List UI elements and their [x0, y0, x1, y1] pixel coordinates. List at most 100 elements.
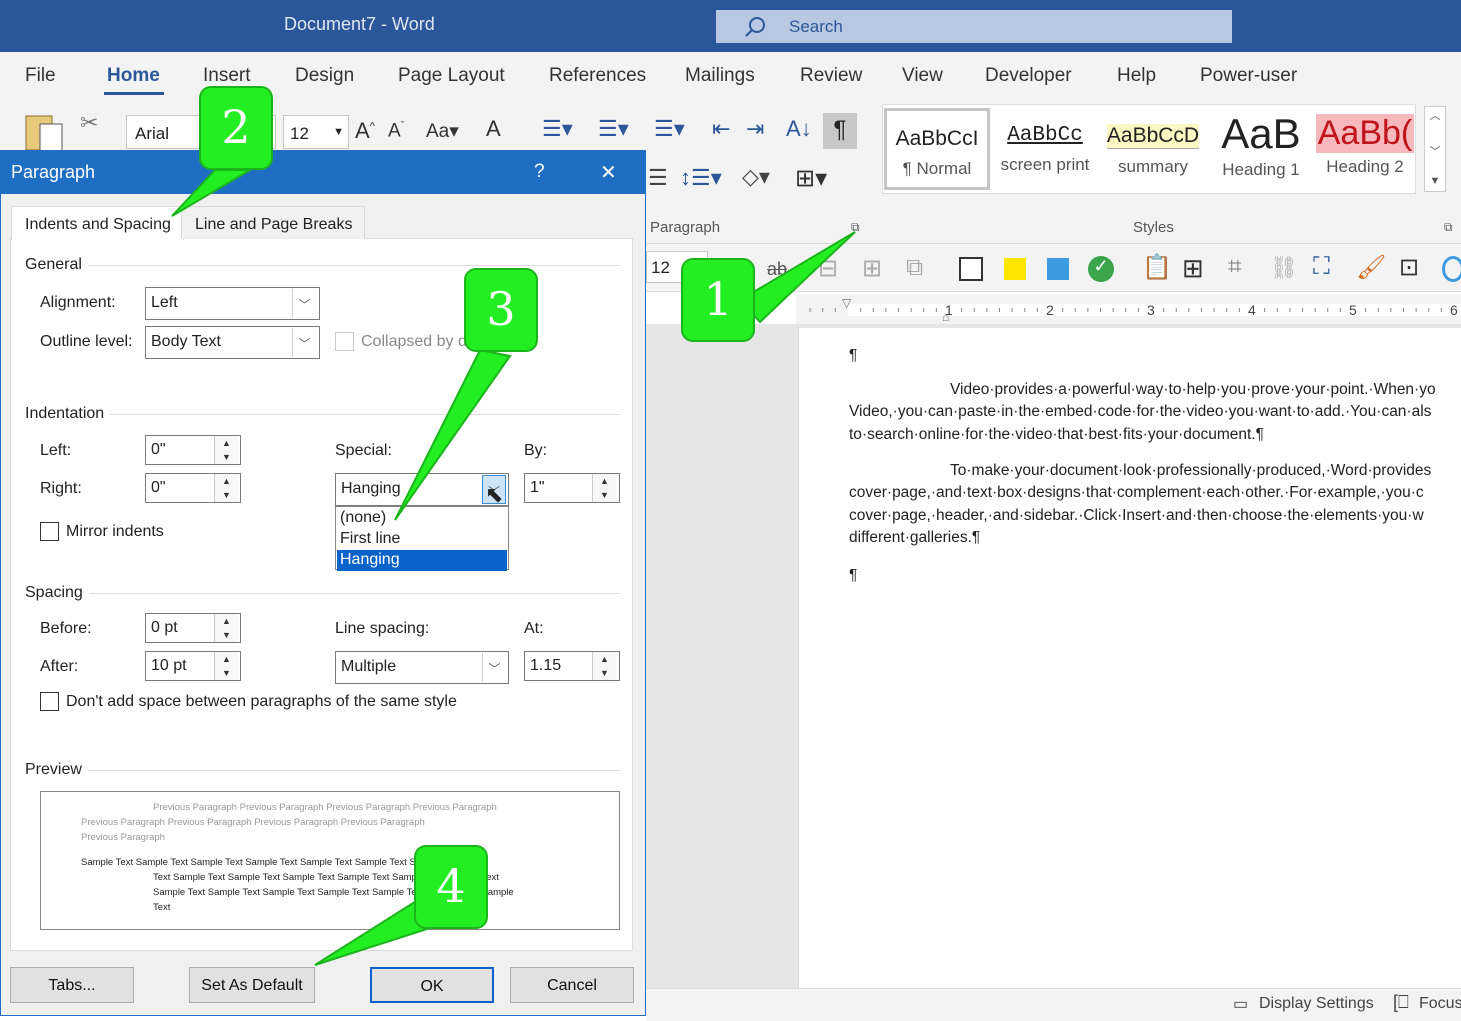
chevron-down-icon[interactable]: ﹀ — [292, 328, 316, 357]
crop-icon[interactable]: ⌗ — [1228, 253, 1242, 281]
style-normal[interactable]: AaBbCcI ¶ Normal — [884, 108, 990, 190]
tab-view[interactable]: View — [902, 65, 943, 87]
chevron-down-icon[interactable]: ﹀ — [1425, 143, 1445, 159]
help-button[interactable]: ? — [534, 161, 545, 183]
first-line-indent-marker[interactable]: ▽ — [842, 296, 851, 310]
dialog-title: Paragraph — [11, 162, 96, 182]
strikethrough-icon[interactable]: ab — [767, 259, 787, 280]
option-hanging[interactable]: Hanging — [337, 550, 507, 571]
ok-button[interactable]: OK — [370, 967, 494, 1003]
multilevel-list-icon[interactable]: ☰▾ — [654, 116, 685, 142]
sort-icon[interactable]: A↓ — [786, 116, 812, 142]
tab-references[interactable]: References — [549, 65, 646, 87]
style-screen-print[interactable]: AaBbCc screen print — [992, 108, 1098, 190]
layers-icon[interactable]: ⧉ — [906, 254, 923, 282]
line-spacing-icon[interactable]: ↕☰▾ — [680, 165, 722, 191]
bullets-icon[interactable]: ☰▾ — [542, 116, 573, 142]
spin-down-icon[interactable]: ▼ — [215, 628, 238, 642]
tab-design[interactable]: Design — [295, 65, 354, 87]
spin-up-icon[interactable]: ▲ — [215, 652, 238, 666]
borders-icon[interactable]: ⊞▾ — [795, 164, 827, 193]
grow-font-icon[interactable]: A^ — [355, 118, 375, 144]
cancel-button[interactable]: Cancel — [510, 967, 634, 1003]
style-summary[interactable]: AaBbCcD summary — [1100, 108, 1206, 190]
paragraph-launcher-icon[interactable]: ⧉ — [851, 220, 860, 235]
hanging-indent-marker[interactable]: ⌂ — [942, 310, 949, 324]
spin-down-icon[interactable]: ▼ — [593, 488, 616, 502]
tab-developer[interactable]: Developer — [985, 65, 1072, 87]
paste-special-icon[interactable]: 📋 — [1142, 253, 1172, 282]
display-settings-icon[interactable]: ▭ — [1233, 994, 1248, 1014]
by-spinner[interactable]: ▲ ▼ — [592, 474, 616, 502]
chevron-up-icon[interactable]: ︿ — [1425, 107, 1445, 123]
dont-add-space-checkbox[interactable] — [40, 692, 59, 711]
style-heading-2[interactable]: AaBb(Heading 2 — [1316, 108, 1414, 190]
tab-insert[interactable]: Insert — [203, 65, 251, 87]
spin-down-icon[interactable]: ▼ — [215, 450, 238, 464]
blue-fill-icon[interactable] — [1047, 258, 1069, 280]
org-chart-icon[interactable]: ⛶ — [1313, 253, 1330, 281]
justify-icon[interactable]: ☰ — [648, 165, 668, 191]
shrink-font-icon[interactable]: Aˇ — [388, 120, 404, 142]
chevron-down-icon[interactable]: ﹀ — [482, 653, 506, 682]
left-indent-spinner[interactable]: ▲ ▼ — [214, 436, 238, 464]
tab-home[interactable]: Home — [107, 65, 160, 87]
right-indent-spinner[interactable]: ▲ ▼ — [214, 474, 238, 502]
chevron-down-icon[interactable]: ﹀ — [292, 289, 316, 318]
circle-icon[interactable] — [1442, 256, 1461, 282]
grid-icon[interactable]: ⊞ — [862, 254, 882, 283]
style-heading-1[interactable]: AaB Heading 1 — [1208, 108, 1314, 190]
tab-file[interactable]: File — [25, 65, 56, 87]
focus-icon[interactable]: [⎕ — [1393, 992, 1409, 1013]
close-icon[interactable]: ✕ — [600, 160, 617, 185]
numbering-icon[interactable]: ☰▾ — [598, 116, 629, 142]
tab-help[interactable]: Help — [1117, 65, 1156, 87]
shading-icon[interactable]: ◇▾ — [742, 164, 770, 190]
tabs-button[interactable]: Tabs... — [10, 967, 134, 1003]
table-grid-icon[interactable]: ⊞ — [1182, 253, 1204, 284]
styles-scroll[interactable]: ︿ ﹀ ▼ — [1424, 106, 1446, 192]
change-case-icon[interactable]: Aa▾ — [426, 120, 459, 143]
no-fill-icon[interactable] — [959, 257, 983, 281]
format-painter-icon[interactable]: 🖌 — [1356, 253, 1386, 282]
tab-line-page-breaks[interactable]: Line and Page Breaks — [181, 206, 366, 239]
font-size-box[interactable]: 12 ▼ — [283, 115, 349, 149]
at-spinner[interactable]: ▲ ▼ — [592, 652, 616, 680]
table-icon[interactable]: ⊟ — [818, 254, 838, 283]
mirror-indents-checkbox[interactable] — [40, 522, 59, 541]
option-none[interactable]: (none) — [337, 508, 507, 529]
clear-format-icon[interactable]: A — [486, 116, 501, 142]
check-icon[interactable]: ✓ — [1088, 256, 1114, 282]
spin-up-icon[interactable]: ▲ — [215, 474, 238, 488]
cut-icon[interactable]: ✂ — [80, 110, 98, 136]
yellow-fill-icon[interactable] — [1004, 258, 1026, 280]
before-spinner[interactable]: ▲ ▼ — [214, 614, 238, 642]
add-box-icon[interactable]: ⊡ — [1399, 253, 1419, 282]
spin-up-icon[interactable]: ▲ — [215, 614, 238, 628]
more-styles-icon[interactable]: ▼ — [1425, 175, 1445, 187]
tab-mailings[interactable]: Mailings — [685, 65, 755, 87]
decrease-indent-icon[interactable]: ⇤ — [712, 116, 730, 142]
alignment-label: Alignment: — [40, 294, 116, 311]
spin-up-icon[interactable]: ▲ — [215, 436, 238, 450]
focus-mode[interactable]: Focus — [1419, 995, 1461, 1013]
option-first-line[interactable]: First line — [337, 529, 507, 550]
tab-indents-spacing[interactable]: Indents and Spacing — [11, 206, 184, 240]
after-spinner[interactable]: ▲ ▼ — [214, 652, 238, 680]
spin-down-icon[interactable]: ▼ — [215, 666, 238, 680]
spin-up-icon[interactable]: ▲ — [593, 474, 616, 488]
tab-page-layout[interactable]: Page Layout — [398, 65, 505, 87]
styles-launcher-icon[interactable]: ⧉ — [1444, 220, 1453, 235]
increase-indent-icon[interactable]: ⇥ — [746, 116, 764, 142]
link-icon[interactable]: ⛓ — [1270, 255, 1298, 281]
tab-review[interactable]: Review — [800, 65, 862, 87]
show-formatting-icon[interactable]: ¶ — [823, 113, 857, 149]
display-settings[interactable]: Display Settings — [1259, 995, 1374, 1013]
tab-power-user[interactable]: Power-user — [1200, 65, 1297, 87]
set-as-default-button[interactable]: Set As Default — [189, 967, 315, 1003]
paste-icon[interactable] — [24, 110, 66, 154]
spin-down-icon[interactable]: ▼ — [593, 666, 616, 680]
spin-up-icon[interactable]: ▲ — [593, 652, 616, 666]
search-box[interactable]: Search — [716, 10, 1232, 43]
spin-down-icon[interactable]: ▼ — [215, 488, 238, 502]
